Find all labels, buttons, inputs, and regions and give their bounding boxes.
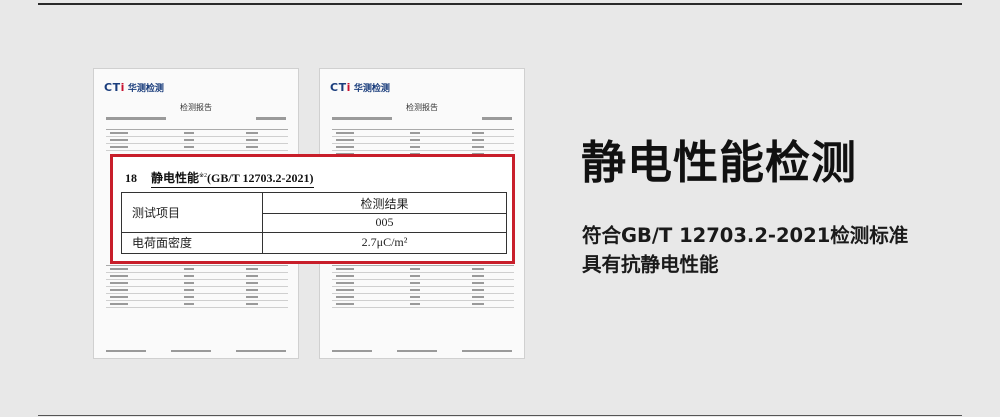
mini-table-top bbox=[106, 129, 288, 151]
description: 符合GB/T 12703.2-2021检测标准 具有抗静电性能 bbox=[582, 221, 962, 279]
description-line-1: 符合GB/T 12703.2-2021检测标准 bbox=[582, 224, 909, 247]
test-item-header: 测试项目 bbox=[121, 192, 263, 233]
report-title: 检测报告 bbox=[406, 103, 438, 112]
report-footer bbox=[332, 350, 512, 353]
top-divider bbox=[38, 3, 962, 5]
charge-density-value: 2.7μC/m² bbox=[262, 231, 507, 255]
report-footer bbox=[106, 350, 286, 353]
logo-name: 华测检测 bbox=[127, 83, 164, 94]
logo-mark: CTi bbox=[104, 80, 125, 94]
report-title: 检测报告 bbox=[180, 103, 212, 112]
magnified-result-panel: 18 静电性能※2(GB/T 12703.2-2021) 测试项目 检测结果 0… bbox=[110, 154, 515, 264]
result-header: 检测结果 bbox=[262, 191, 507, 215]
headline: 静电性能检测 bbox=[581, 136, 858, 189]
section-heading: 18 静电性能※2(GB/T 12703.2-2021) bbox=[125, 169, 500, 188]
report-meta bbox=[332, 117, 512, 123]
bottom-divider bbox=[38, 415, 962, 416]
section-title: 静电性能※2(GB/T 12703.2-2021) bbox=[151, 169, 314, 188]
logo-mark: CTi bbox=[330, 80, 351, 94]
result-table: 测试项目 检测结果 005 电荷面密度 2.7μC/m² bbox=[121, 191, 507, 255]
charge-density-label: 电荷面密度 bbox=[121, 231, 263, 255]
mini-table-bottom bbox=[332, 265, 514, 308]
cti-logo: CTi 华测检测 bbox=[330, 79, 390, 95]
mini-table-bottom bbox=[106, 265, 288, 308]
logo-name: 华测检测 bbox=[353, 83, 390, 94]
sample-id: 005 bbox=[262, 213, 507, 233]
section-number: 18 bbox=[125, 171, 137, 185]
description-line-2: 具有抗静电性能 bbox=[582, 253, 719, 276]
report-meta bbox=[106, 117, 286, 123]
cti-logo: CTi 华测检测 bbox=[104, 79, 164, 95]
